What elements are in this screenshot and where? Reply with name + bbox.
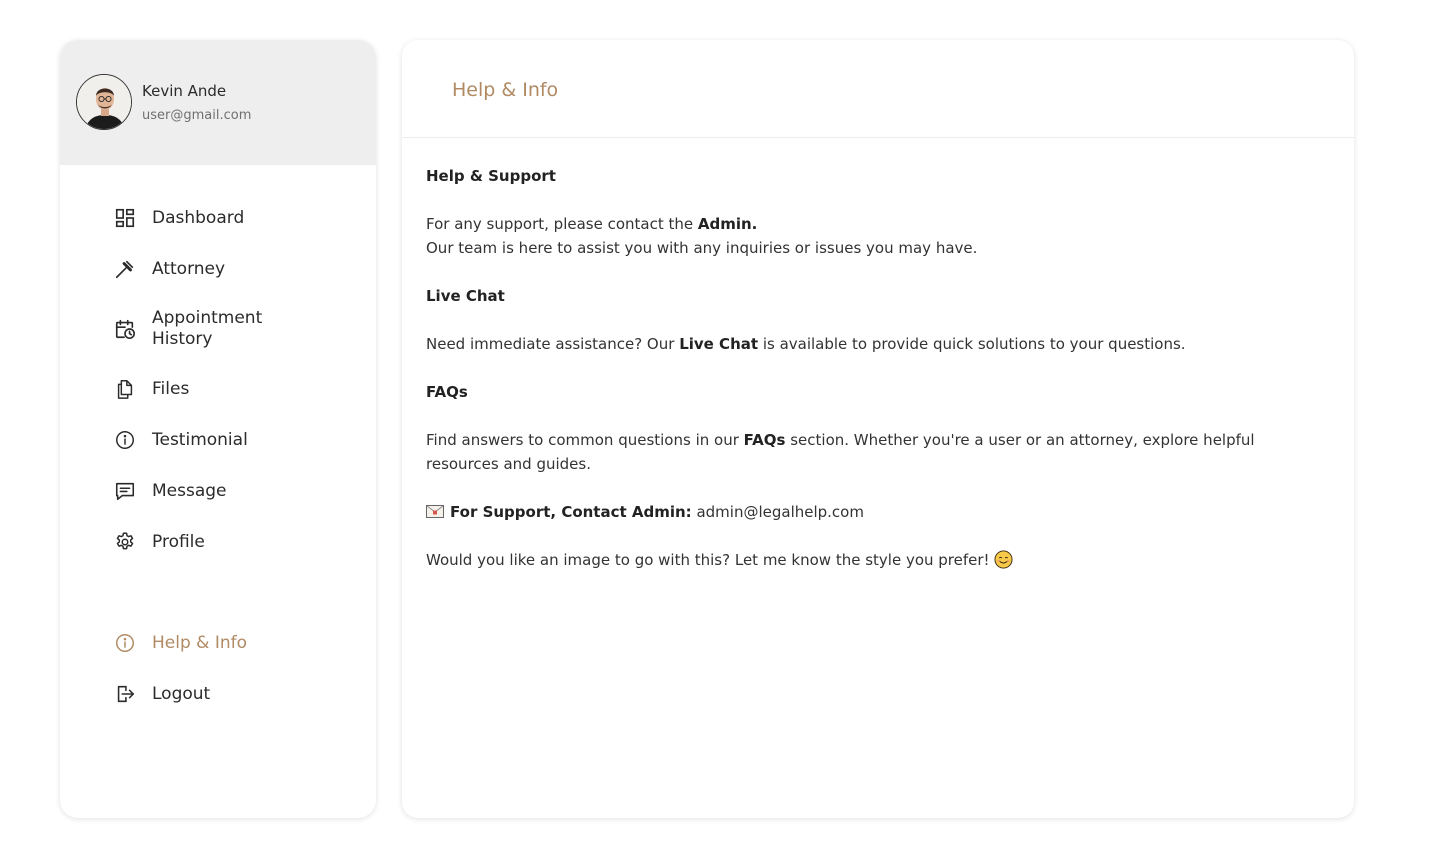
sidebar-item-label: Files (152, 378, 190, 399)
user-email: user@gmail.com (142, 108, 252, 123)
info-icon (114, 429, 136, 451)
contact-line: For Support, Contact Admin: admin@legalh… (426, 500, 1326, 524)
sidebar-item-label: Logout (152, 683, 211, 704)
contact-label: For Support, Contact Admin: (450, 503, 692, 521)
faq-paragraph: Find answers to common questions in our … (426, 428, 1326, 476)
sidebar-item-label: Dashboard (152, 207, 245, 228)
chat-text: Need immediate assistance? Our (426, 335, 680, 353)
sidebar-item-help-info[interactable]: Help & Info (114, 632, 247, 654)
sidebar-item-profile[interactable]: Profile (114, 531, 205, 553)
chat-text-suffix: is available to provide quick solutions … (758, 335, 1186, 353)
sidebar-item-dashboard[interactable]: Dashboard (114, 207, 244, 229)
dashboard-icon (114, 207, 136, 229)
sidebar-item-attorney[interactable]: Attorney (114, 258, 225, 280)
smile-emoji-icon (994, 550, 1013, 569)
sidebar-item-label: Profile (152, 531, 205, 552)
gavel-icon (114, 258, 136, 280)
closing-line: Would you like an image to go with this?… (426, 548, 1326, 572)
gear-icon (114, 531, 136, 553)
info-icon (114, 632, 136, 654)
sidebar: Kevin Ande user@gmail.com Dashboard Atto… (60, 40, 376, 818)
calendar-clock-icon (114, 318, 136, 340)
live-chat-link[interactable]: Live Chat (679, 335, 758, 353)
support-paragraph: For any support, please contact the Admi… (426, 212, 1326, 236)
live-chat-heading: Live Chat (426, 287, 505, 305)
user-name: Kevin Ande (142, 82, 227, 100)
avatar[interactable] (76, 74, 132, 130)
sidebar-item-label: Help & Info (152, 632, 247, 653)
message-icon (114, 480, 136, 502)
page-title: Help & Info (452, 79, 559, 101)
envelope-icon (426, 501, 444, 518)
support-line2: Our team is here to assist you with any … (426, 239, 978, 257)
sidebar-item-label: Attorney (152, 258, 226, 279)
sidebar-item-label: Appointment History (152, 308, 263, 349)
sidebar-item-label: Message (152, 480, 227, 501)
closing-text: Would you like an image to go with this?… (426, 551, 990, 569)
main-panel: Help & Info Help & Support For any suppo… (402, 40, 1354, 818)
admin-text: Admin. (697, 215, 758, 233)
support-text: For any support, please contact the (426, 215, 698, 233)
sidebar-item-appointment-history[interactable]: Appointment History (114, 308, 292, 350)
files-icon (114, 378, 136, 400)
contact-email[interactable]: admin@legalhelp.com (692, 503, 864, 521)
help-support-heading: Help & Support (426, 167, 556, 185)
sidebar-item-testimonial[interactable]: Testimonial (114, 429, 248, 451)
sidebar-item-files[interactable]: Files (114, 378, 189, 400)
sidebar-item-label: Testimonial (152, 429, 248, 450)
chat-paragraph: Need immediate assistance? Our Live Chat… (426, 332, 1326, 356)
profile-card[interactable]: Kevin Ande user@gmail.com (60, 40, 376, 165)
faqs-heading: FAQs (426, 383, 468, 401)
page-header: Help & Info (402, 40, 1354, 138)
logout-icon (114, 683, 136, 705)
logout-button[interactable]: Logout (114, 683, 210, 705)
faq-text: Find answers to common questions in our (426, 431, 744, 449)
sidebar-item-message[interactable]: Message (114, 480, 227, 502)
faqs-link[interactable]: FAQs (744, 431, 786, 449)
help-content: Help & Support For any support, please c… (426, 164, 1326, 572)
